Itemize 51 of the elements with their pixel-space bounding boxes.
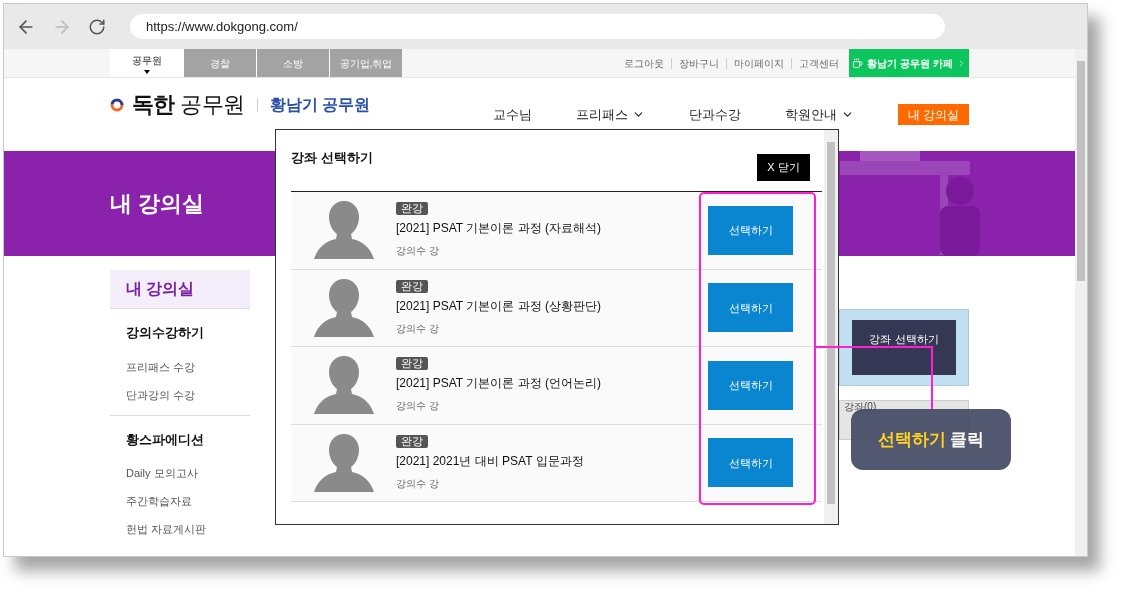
course-title: [2021] PSAT 기본이론 과정 (상황판단) xyxy=(396,297,601,315)
course-title: [2021] 2021년 대비 PSAT 입문과정 xyxy=(396,452,584,470)
sidebar-item[interactable]: 프리패스 수강 xyxy=(126,352,234,381)
lecture-count: 강의수 강 xyxy=(396,399,439,414)
avatar-icon xyxy=(311,276,376,339)
callout-text: 선택하기 클릭 xyxy=(877,428,985,451)
nav-link[interactable]: 학원안내 xyxy=(785,104,854,125)
nav-link[interactable]: 교수님 xyxy=(493,104,532,125)
select-button[interactable]: 선택하기 xyxy=(708,438,793,488)
status-badge: 완강 xyxy=(396,357,428,371)
sidebar-item[interactable]: 헌법 자료게시판 xyxy=(126,515,234,543)
course-title: [2021] PSAT 기본이론 과정 (자료해석) xyxy=(396,220,601,238)
avatar-icon xyxy=(311,354,376,417)
scrollbar-thumb[interactable] xyxy=(1077,61,1085,281)
sidebar-item[interactable]: 주간학습자료 xyxy=(126,487,234,515)
avatar-icon xyxy=(311,431,376,494)
lecture-count: 강의수 강 xyxy=(396,244,439,259)
logo-text: 독한 공무원 xyxy=(132,91,245,119)
avatar-icon xyxy=(311,199,376,262)
select-button[interactable]: 선택하기 xyxy=(708,360,793,410)
reload-icon[interactable] xyxy=(88,17,106,36)
sidebar-title: 내 강의실 xyxy=(110,270,250,309)
modal-title: 강좌 선택하기 xyxy=(291,149,373,167)
top-link[interactable]: 고객센터 xyxy=(799,55,839,71)
top-link[interactable]: 장바구니 xyxy=(679,55,719,71)
sidebar-heading: 강의수강하기 xyxy=(126,324,205,342)
status-badge: 완강 xyxy=(396,279,428,293)
logo-subtitle: 황남기 공무원 xyxy=(269,94,371,115)
lecture-count: 강의수 강 xyxy=(396,476,439,491)
nav-link[interactable]: 프리패스 xyxy=(576,104,645,125)
course-select-button[interactable]: 강좌 선택하기 xyxy=(852,320,956,375)
select-button[interactable]: 선택하기 xyxy=(708,283,793,333)
top-link[interactable]: 로그아웃 xyxy=(624,55,664,71)
sidebar-item[interactable]: 단과강의 수강 xyxy=(126,380,234,409)
top-link[interactable]: 마이페이지 xyxy=(734,55,784,71)
close-button[interactable]: X 닫기 xyxy=(757,154,810,181)
category-tab[interactable]: 공무원 xyxy=(110,49,183,77)
course-title: [2021] PSAT 기본이론 과정 (언어논리) xyxy=(396,375,601,393)
sidebar-heading: 황스파에디션 xyxy=(126,430,205,449)
status-badge: 완강 xyxy=(396,434,428,448)
address-field[interactable]: https://www.dokgong.com/ xyxy=(130,14,945,39)
sidebar-item[interactable]: Daily 모의고사 xyxy=(126,459,234,487)
lecture-count: 강의수 강 xyxy=(396,321,439,336)
nav-link[interactable]: 단과수강 xyxy=(689,104,741,125)
status-badge: 완강 xyxy=(396,202,428,216)
modal-scrollbar-thumb[interactable] xyxy=(827,142,835,504)
cup-icon xyxy=(852,57,864,69)
logo-icon xyxy=(110,97,124,112)
caret-icon xyxy=(143,69,150,74)
select-button[interactable]: 선택하기 xyxy=(708,205,793,255)
banner-title: 내 강의실 xyxy=(110,190,205,218)
